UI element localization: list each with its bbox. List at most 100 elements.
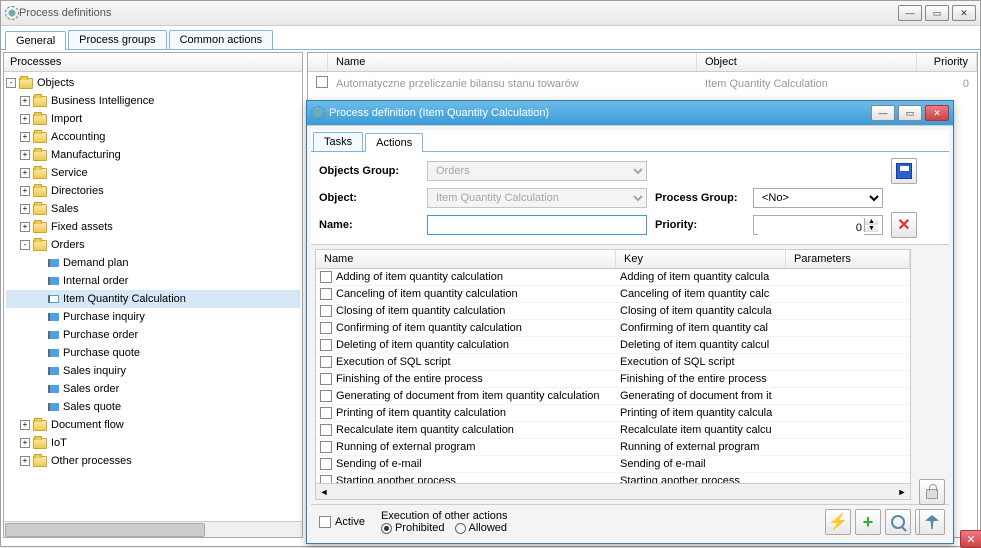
expand-icon[interactable]: +	[20, 132, 30, 142]
row-checkbox[interactable]	[320, 407, 332, 419]
action-row[interactable]: Generating of document from item quantit…	[316, 388, 910, 405]
modal-maximize-button[interactable]: ▭	[898, 105, 922, 121]
row-checkbox[interactable]	[320, 441, 332, 453]
action-row[interactable]: Execution of SQL scriptExecution of SQL …	[316, 354, 910, 371]
tree-row[interactable]: -Objects	[6, 74, 300, 92]
search-button[interactable]	[885, 509, 911, 535]
add-button[interactable]: +	[855, 509, 881, 535]
tree-row[interactable]: +Other processes	[6, 452, 300, 470]
acol-key[interactable]: Key	[616, 250, 786, 268]
action-row[interactable]: Sending of e-mailSending of e-mail	[316, 456, 910, 473]
tree-row[interactable]: +Service	[6, 164, 300, 182]
tree-row[interactable]: +Import	[6, 110, 300, 128]
row-checkbox[interactable]	[320, 271, 332, 283]
minimize-button[interactable]: —	[898, 5, 922, 21]
modal-titlebar[interactable]: Process definition (Item Quantity Calcul…	[307, 101, 953, 126]
tab-process-groups[interactable]: Process groups	[68, 30, 166, 49]
tree-row[interactable]: Internal order	[6, 272, 300, 290]
lock-button[interactable]	[919, 479, 945, 505]
action-row[interactable]: Deleting of item quantity calculationDel…	[316, 337, 910, 354]
tab-common-actions[interactable]: Common actions	[169, 30, 274, 49]
row-checkbox[interactable]	[316, 76, 328, 88]
tree-row[interactable]: +Fixed assets	[6, 218, 300, 236]
tree-row[interactable]: +Business Intelligence	[6, 92, 300, 110]
expand-icon[interactable]: +	[20, 420, 30, 430]
row-checkbox[interactable]	[320, 288, 332, 300]
row-checkbox[interactable]	[320, 356, 332, 368]
col-priority[interactable]: Priority	[917, 53, 977, 71]
pin-button[interactable]	[919, 509, 945, 535]
action-row[interactable]: Confirming of item quantity calculationC…	[316, 320, 910, 337]
row-checkbox[interactable]	[320, 424, 332, 436]
delete-button[interactable]: ✕	[891, 212, 917, 238]
action-row[interactable]: Recalculate item quantity calculationRec…	[316, 422, 910, 439]
tab-general[interactable]: General	[5, 31, 66, 50]
active-checkbox[interactable]	[319, 516, 331, 528]
col-object[interactable]: Object	[697, 53, 917, 71]
maximize-button[interactable]: ▭	[925, 5, 949, 21]
action-row[interactable]: Canceling of item quantity calculationCa…	[316, 286, 910, 303]
modal-minimize-button[interactable]: —	[871, 105, 895, 121]
tree-row[interactable]: Sales order	[6, 380, 300, 398]
tree-row[interactable]: +IoT	[6, 434, 300, 452]
acol-name[interactable]: Name	[316, 250, 616, 268]
action-row[interactable]: Starting another processStarting another…	[316, 473, 910, 483]
expand-icon[interactable]: +	[20, 150, 30, 160]
row-checkbox[interactable]	[320, 322, 332, 334]
execute-button[interactable]: ⚡	[825, 509, 851, 535]
expand-icon[interactable]: +	[20, 438, 30, 448]
expand-icon[interactable]: +	[20, 204, 30, 214]
expand-icon[interactable]: +	[20, 222, 30, 232]
tree-row[interactable]: +Directories	[6, 182, 300, 200]
col-name[interactable]: Name	[328, 53, 697, 71]
main-titlebar[interactable]: Process definitions — ▭ ✕	[1, 1, 980, 26]
row-checkbox[interactable]	[320, 339, 332, 351]
collapse-icon[interactable]: -	[6, 78, 16, 88]
expand-icon[interactable]: +	[20, 114, 30, 124]
tree-row[interactable]: +Accounting	[6, 128, 300, 146]
radio-prohibited[interactable]	[381, 523, 392, 534]
name-input[interactable]	[427, 215, 647, 235]
tree-row[interactable]: -Orders	[6, 236, 300, 254]
action-row[interactable]: Adding of item quantity calculationAddin…	[316, 269, 910, 286]
radio-allowed[interactable]	[455, 523, 466, 534]
scroll-left-icon[interactable]: ◄	[316, 487, 332, 497]
row-checkbox[interactable]	[320, 373, 332, 385]
external-close-button[interactable]: ✕	[960, 530, 981, 548]
scroll-right-icon[interactable]: ►	[894, 487, 910, 497]
spin-up-icon[interactable]: ▲	[864, 218, 878, 225]
spin-down-icon[interactable]: ▼	[864, 225, 878, 232]
tab-actions[interactable]: Actions	[365, 133, 423, 152]
collapse-icon[interactable]: -	[20, 240, 30, 250]
modal-close-button[interactable]: ✕	[925, 105, 949, 121]
action-row[interactable]: Finishing of the entire processFinishing…	[316, 371, 910, 388]
tree-row[interactable]: +Document flow	[6, 416, 300, 434]
action-row[interactable]: Running of external programRunning of ex…	[316, 439, 910, 456]
grid-hscrollbar[interactable]: ◄ ►	[316, 483, 910, 499]
tree-row[interactable]: +Sales	[6, 200, 300, 218]
save-button[interactable]	[891, 158, 917, 184]
tab-tasks[interactable]: Tasks	[313, 132, 363, 151]
tree-row[interactable]: Purchase quote	[6, 344, 300, 362]
expand-icon[interactable]: +	[20, 96, 30, 106]
process-group-select[interactable]: <No>	[753, 188, 883, 208]
row-checkbox[interactable]	[320, 305, 332, 317]
action-row[interactable]: Printing of item quantity calculationPri…	[316, 405, 910, 422]
row-checkbox[interactable]	[320, 390, 332, 402]
row-checkbox[interactable]	[320, 475, 332, 483]
action-row[interactable]: Closing of item quantity calculationClos…	[316, 303, 910, 320]
processes-tree[interactable]: -Objects+Business Intelligence+Import+Ac…	[4, 72, 302, 537]
expand-icon[interactable]: +	[20, 186, 30, 196]
tree-row[interactable]: Purchase inquiry	[6, 308, 300, 326]
acol-params[interactable]: Parameters	[786, 250, 910, 268]
tree-row[interactable]: Purchase order	[6, 326, 300, 344]
tree-row[interactable]: Sales quote	[6, 398, 300, 416]
priority-stepper[interactable]: ▲▼	[753, 215, 883, 235]
expand-icon[interactable]: +	[20, 168, 30, 178]
tree-row[interactable]: Demand plan	[6, 254, 300, 272]
tree-row[interactable]: +Manufacturing	[6, 146, 300, 164]
tree-row[interactable]: Sales inquiry	[6, 362, 300, 380]
grid-row[interactable]: Automatyczne przeliczanie bilansu stanu …	[308, 72, 977, 95]
row-checkbox[interactable]	[320, 458, 332, 470]
tree-hscrollbar[interactable]	[4, 521, 302, 537]
